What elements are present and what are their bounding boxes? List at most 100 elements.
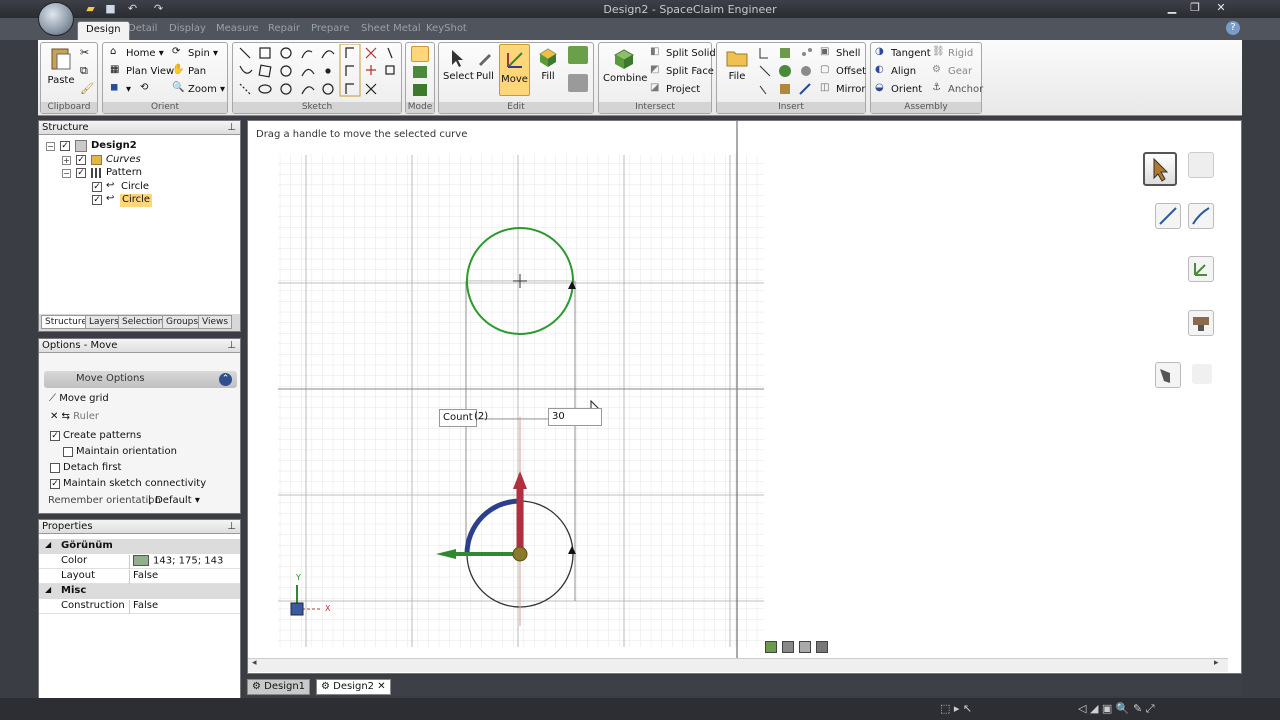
ruler-option[interactable]: ✕ ⇆ Ruler bbox=[50, 411, 99, 422]
section-mode-icon[interactable] bbox=[413, 66, 427, 78]
tab-keyshot[interactable]: KeyShot bbox=[418, 21, 475, 40]
help-icon[interactable]: ? bbox=[1226, 21, 1240, 35]
select-tool-button[interactable] bbox=[1143, 152, 1177, 186]
maintain-sketch-checkbox[interactable]: ✓ bbox=[50, 479, 60, 489]
tangent-button[interactable]: ◑ Tangent bbox=[875, 46, 931, 60]
select-box-icon[interactable] bbox=[1188, 152, 1214, 178]
anchor-button[interactable]: ⚓ Anchor bbox=[932, 82, 983, 96]
detach-first-checkbox[interactable] bbox=[50, 463, 60, 473]
view-mini-icon[interactable] bbox=[782, 641, 794, 653]
tab-measure[interactable]: Measure bbox=[208, 21, 267, 40]
split-face-button[interactable]: ◩ Split Face bbox=[650, 64, 714, 78]
tab-structure[interactable]: Structure bbox=[41, 315, 91, 329]
status-select-icon[interactable]: ⬚ ▸ ↖ bbox=[940, 702, 972, 715]
direction-tool-icon[interactable] bbox=[1155, 203, 1181, 229]
doc-tab-design2[interactable]: ⚙ Design2 ✕ bbox=[316, 679, 391, 695]
gear-button[interactable]: ⚙ Gear bbox=[932, 64, 972, 78]
dimension-input[interactable]: 30 bbox=[548, 408, 602, 426]
combine-button[interactable]: Combine bbox=[603, 46, 647, 84]
save-icon[interactable]: ■ bbox=[104, 3, 117, 15]
select-button[interactable]: Select bbox=[443, 48, 474, 82]
scroll-left-icon[interactable]: ◂ bbox=[252, 658, 257, 668]
visibility-checkbox[interactable]: ✓ bbox=[92, 182, 102, 192]
move-anchor-ball[interactable] bbox=[512, 546, 528, 562]
create-patterns-checkbox[interactable]: ✓ bbox=[50, 431, 60, 441]
home-button[interactable]: ⌂ Home ▾ bbox=[110, 46, 164, 60]
open-icon[interactable]: ▰ bbox=[84, 3, 97, 15]
collapse-icon[interactable]: ⌃ bbox=[219, 373, 232, 386]
view-mini-icon[interactable] bbox=[799, 641, 811, 653]
tree-curves-label[interactable]: Curves bbox=[106, 154, 141, 167]
move-options-header[interactable]: Move Options bbox=[44, 371, 237, 388]
tweak-face-icon[interactable] bbox=[568, 74, 588, 92]
doc-tab-design1[interactable]: ⚙ Design1 bbox=[247, 679, 311, 695]
count-field[interactable]: Count bbox=[439, 409, 477, 427]
pin-icon[interactable]: ⊥ bbox=[227, 340, 236, 351]
property-category[interactable]: ◢ Görünüm bbox=[39, 539, 240, 554]
visibility-checkbox[interactable]: ✓ bbox=[76, 168, 86, 178]
project-button[interactable]: ◪ Project bbox=[650, 82, 700, 96]
close-tab-icon[interactable]: ✕ bbox=[377, 681, 385, 692]
tree-root-label[interactable]: Design2 bbox=[91, 140, 137, 153]
zoom-button[interactable]: 🔍 Zoom ▾ bbox=[172, 82, 225, 96]
pattern-tool-icon[interactable] bbox=[1155, 362, 1181, 388]
cut-icon[interactable]: ✂ bbox=[80, 46, 89, 59]
property-row-color[interactable]: Color 143; 175; 143 bbox=[39, 554, 240, 569]
sketch-tools[interactable] bbox=[236, 44, 396, 100]
tree-circle-label[interactable]: Circle bbox=[121, 181, 149, 194]
scroll-right-icon[interactable]: ▸ bbox=[1214, 658, 1219, 668]
replace-icon[interactable] bbox=[568, 46, 588, 64]
3d-mode-icon[interactable] bbox=[413, 84, 427, 96]
maintain-orientation-checkbox[interactable] bbox=[63, 447, 73, 457]
tab-detail[interactable]: Detail bbox=[120, 21, 165, 40]
view-cube-button[interactable]: ◼ ▾ bbox=[110, 82, 131, 96]
format-painter-icon[interactable]: 🖌 bbox=[80, 82, 94, 95]
file-button[interactable]: File bbox=[720, 46, 754, 82]
shell-button[interactable]: ▣ Shell bbox=[820, 46, 860, 60]
tree-pattern-label[interactable]: Pattern bbox=[106, 167, 142, 180]
sketch-canvas[interactable] bbox=[248, 121, 1241, 673]
tab-groups[interactable]: Groups bbox=[162, 315, 203, 329]
pull-button[interactable]: Pull bbox=[472, 48, 498, 82]
expand-toggle[interactable]: − bbox=[62, 169, 71, 178]
pin-icon[interactable]: ⊥ bbox=[227, 122, 236, 133]
align-button[interactable]: ◐ Align bbox=[875, 64, 916, 78]
mirror-button[interactable]: ◫ Mirror bbox=[820, 82, 865, 96]
anchor-tool-icon[interactable] bbox=[1188, 256, 1214, 282]
visibility-checkbox[interactable]: ✓ bbox=[76, 155, 86, 165]
property-category[interactable]: ◢ Misc bbox=[39, 584, 240, 599]
property-row-construction[interactable]: Construction False bbox=[39, 599, 240, 614]
maximize-button[interactable]: ❐ bbox=[1186, 1, 1204, 15]
view-mini-icon[interactable] bbox=[816, 641, 828, 653]
offset-button[interactable]: ▢ Offset bbox=[820, 64, 866, 78]
tree-circle-selected[interactable]: Circle bbox=[120, 194, 153, 207]
status-view-icons[interactable]: ◁ ◢ ▣ 🔍 ✎ ⤢ bbox=[1078, 702, 1155, 716]
plan-view-button[interactable]: ▦ Plan View bbox=[110, 64, 174, 78]
fill-button[interactable]: Fill bbox=[534, 46, 562, 82]
tab-prepare[interactable]: Prepare bbox=[303, 21, 357, 40]
ruler-tool-icon[interactable] bbox=[1188, 310, 1214, 336]
visibility-checkbox[interactable]: ✓ bbox=[92, 195, 102, 205]
visibility-checkbox[interactable]: ✓ bbox=[60, 141, 70, 151]
rigid-button[interactable]: ⛓ Rigid bbox=[932, 46, 973, 60]
up-to-tool-icon[interactable] bbox=[1188, 203, 1214, 229]
spin-button[interactable]: ⟳ Spin ▾ bbox=[172, 46, 218, 60]
tab-views[interactable]: Views bbox=[198, 315, 233, 329]
view-mini-icon[interactable] bbox=[765, 641, 777, 653]
horizontal-scrollbar[interactable] bbox=[248, 658, 1228, 672]
remember-orientation-dropdown[interactable]: ⌊ Default ▾ bbox=[148, 495, 200, 506]
pan-button[interactable]: ✋ Pan bbox=[172, 64, 206, 78]
split-solid-button[interactable]: ◧ Split Solid bbox=[650, 46, 716, 60]
pin-icon[interactable]: ⊥ bbox=[227, 521, 236, 532]
tab-selection[interactable]: Selection bbox=[118, 315, 168, 329]
redo-icon[interactable]: ↷ bbox=[152, 3, 165, 15]
paste-button[interactable]: Paste bbox=[45, 46, 77, 86]
property-row-layout[interactable]: Layout False bbox=[39, 569, 240, 584]
orient-button[interactable]: ◒ Orient bbox=[875, 82, 922, 96]
expand-toggle[interactable]: + bbox=[62, 156, 71, 165]
copy-icon[interactable]: ⧉ bbox=[80, 64, 88, 78]
close-button[interactable]: ✕ bbox=[1212, 1, 1230, 15]
move-button[interactable]: Move bbox=[499, 44, 530, 96]
tab-display[interactable]: Display bbox=[161, 21, 214, 40]
insert-tools[interactable] bbox=[756, 46, 816, 98]
